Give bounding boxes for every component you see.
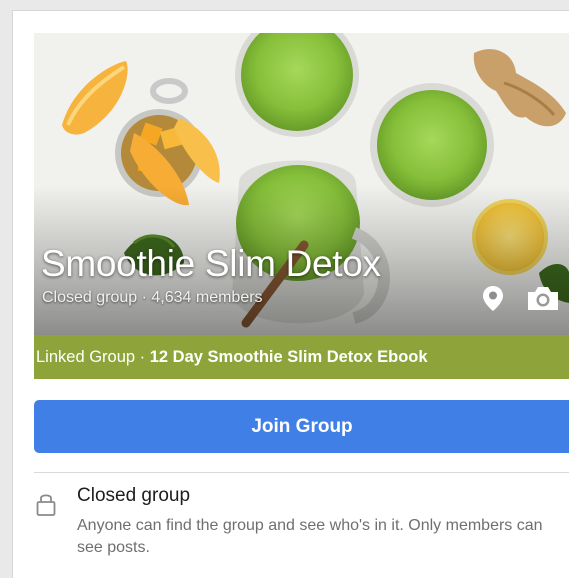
linked-group-strip[interactable]: Linked Group · 12 Day Smoothie Slim Deto… [34, 335, 569, 379]
place-icon[interactable] [478, 283, 508, 313]
linked-group-title[interactable]: 12 Day Smoothie Slim Detox Ebook [150, 348, 428, 366]
camera-icon[interactable] [524, 283, 560, 313]
lock-icon [36, 494, 56, 516]
group-name: Smoothie Slim Detox [41, 243, 381, 284]
group-card: Smoothie Slim Detox Closed group · 4,634… [12, 10, 569, 578]
linked-group-prefix: Linked Group · [36, 348, 150, 366]
divider [34, 472, 569, 473]
privacy-description: Anyone can find the group and see who's … [77, 517, 543, 556]
privacy-title: Closed group [77, 485, 191, 506]
join-group-button[interactable]: Join Group [34, 400, 569, 453]
group-meta: Closed group · 4,634 members [42, 289, 263, 306]
cover-photo[interactable]: Smoothie Slim Detox Closed group · 4,634… [34, 33, 569, 335]
